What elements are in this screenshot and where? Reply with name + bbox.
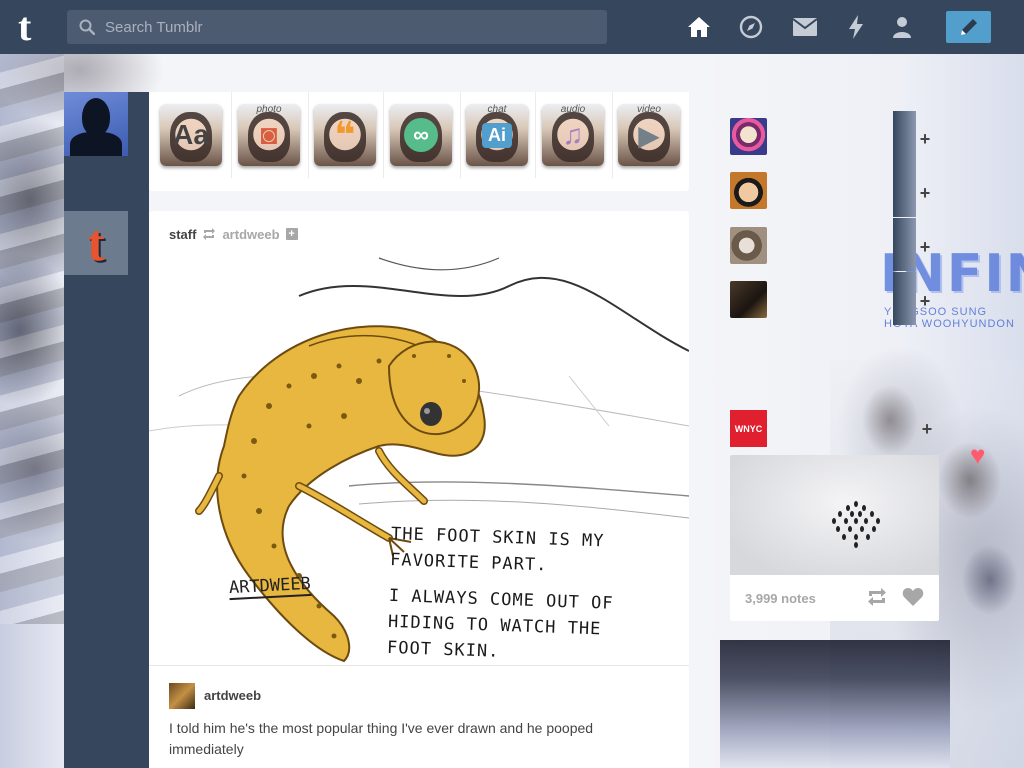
avatar-silhouette-head (82, 98, 110, 136)
compose-button[interactable] (946, 11, 991, 43)
comic-signature: ARTDWEEB (228, 573, 312, 601)
tumblr-logo[interactable]: t (18, 7, 48, 47)
follow-radar-button[interactable]: + (916, 418, 938, 440)
follow-recommended-button[interactable]: + (914, 290, 936, 312)
chat-icon: Ai (466, 104, 528, 166)
recommended-blog-avatar[interactable] (730, 281, 767, 318)
background-collage-bottom (720, 640, 950, 768)
staff-avatar[interactable]: t (64, 211, 128, 275)
recommended-blog-strip (893, 164, 916, 217)
inbox-icon[interactable] (792, 14, 818, 40)
top-navigation-bar: t (0, 0, 1024, 54)
recommended-blog-strip (893, 272, 916, 325)
recommended-blog-avatar[interactable] (730, 172, 767, 209)
post-type-audio-button[interactable]: audio ♫ (542, 104, 604, 166)
lotus-pod-image (832, 501, 880, 548)
recommended-blog-strip (893, 111, 916, 164)
post-type-quote-button[interactable]: ❝ (314, 104, 376, 166)
post-type-chat-button[interactable]: chat Ai (466, 104, 528, 166)
radar-blog-avatar[interactable]: WNYC (730, 410, 767, 447)
comic-caption: THE FOOT SKIN IS MY FAVORITE PART. I ALW… (387, 521, 682, 665)
divider (231, 92, 232, 178)
video-camera-icon: ▶ (638, 119, 660, 151)
divider (612, 92, 613, 178)
post-type-photo-button[interactable]: photo ◙ (238, 104, 300, 166)
radar-photo[interactable] (730, 455, 939, 575)
recommended-blog-avatar[interactable] (730, 227, 767, 264)
post-author-link[interactable]: staff (169, 227, 196, 242)
account-icon[interactable] (889, 14, 915, 40)
divider (535, 92, 536, 178)
reblog-icon[interactable] (866, 588, 888, 606)
background-collage-left (0, 54, 64, 624)
follow-recommended-button[interactable]: + (914, 128, 936, 150)
dashboard-post: staff artdweeb + ARTDWEEB THE FOOT SKIN … (149, 211, 689, 768)
staff-avatar-letter: t (87, 214, 105, 272)
text-post-icon: Aa (173, 119, 209, 150)
chat-icon-glyph: Ai (482, 122, 512, 148)
post-type-selector: Aa photo ◙ ❝ ∞ chat Ai audio ♫ video ▶ (149, 92, 689, 191)
divider (460, 92, 461, 178)
headphones-icon: ♫ (562, 119, 584, 150)
radar-notes-count[interactable]: 3,999 notes (745, 591, 816, 606)
reblog-icon (203, 228, 216, 240)
heart-icon[interactable] (902, 587, 924, 607)
follow-recommended-button[interactable]: + (914, 182, 936, 204)
activity-icon[interactable] (843, 14, 869, 40)
comment-text: I told him he's the most popular thing I… (169, 720, 594, 757)
pencil-icon (960, 19, 977, 35)
comment-avatar[interactable] (169, 683, 195, 709)
search-input[interactable] (105, 10, 600, 44)
search-box[interactable] (67, 10, 607, 44)
reblog-source-link[interactable]: artdweeb (222, 227, 279, 242)
post-type-text-button[interactable]: Aa (160, 104, 222, 166)
follow-recommended-button[interactable]: + (914, 236, 936, 258)
dashboard-left-column (64, 92, 149, 768)
post-header: staff artdweeb + (169, 227, 298, 242)
heart-icon: ♥ (970, 440, 986, 470)
recommended-blog-strip (893, 218, 916, 271)
camera-icon: ◙ (260, 119, 278, 150)
recommended-blog-avatar[interactable] (730, 118, 767, 155)
my-avatar[interactable] (64, 92, 128, 156)
divider (383, 92, 384, 178)
link-icon: ∞ (390, 104, 452, 166)
avatar-silhouette-shoulders (70, 132, 122, 156)
home-icon[interactable] (686, 14, 712, 40)
follow-source-button[interactable]: + (285, 228, 298, 240)
search-icon (79, 19, 95, 35)
link-icon-glyph: ∞ (404, 118, 438, 152)
comment-author-link[interactable]: artdweeb (204, 688, 261, 703)
explore-icon[interactable] (738, 14, 764, 40)
radar-post[interactable]: 3,999 notes (730, 455, 939, 621)
post-type-video-button[interactable]: video ▶ (618, 104, 680, 166)
post-photo[interactable]: ARTDWEEB THE FOOT SKIN IS MY FAVORITE PA… (149, 256, 689, 666)
quote-icon: ❝ (334, 114, 356, 155)
post-type-link-button[interactable]: ∞ (390, 104, 452, 166)
divider (308, 92, 309, 178)
